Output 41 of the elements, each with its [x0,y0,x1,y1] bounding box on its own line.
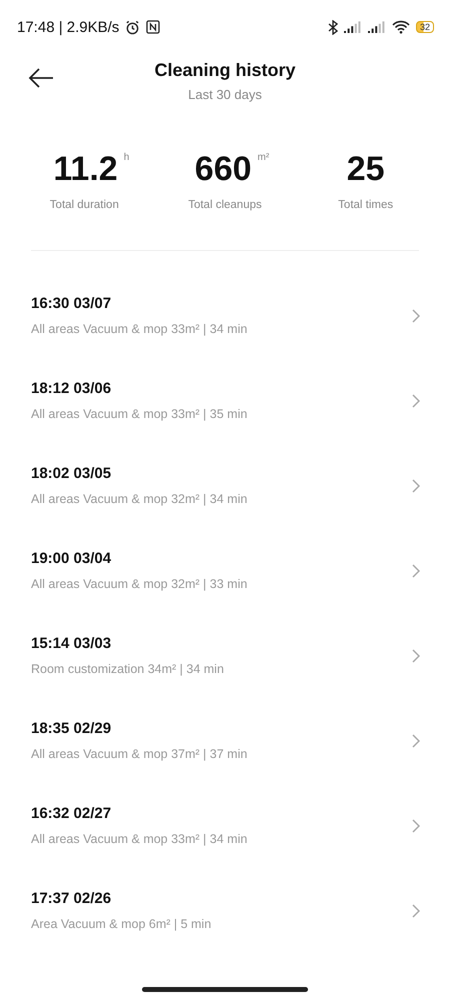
record-title[interactable]: 18:02 03/05 [31,465,412,482]
chevron-icon[interactable] [412,564,420,578]
chevron-icon[interactable] [412,904,420,918]
record-title[interactable]: 16:30 03/07 [31,295,412,312]
alarm-icon [125,20,140,34]
record-detail: All areas Vacuum & mop 37m² | 37 min [31,747,248,761]
chevron-icon[interactable] [412,818,420,832]
record-detail: Area Vacuum & mop 6m² | 5 min [31,917,212,931]
stat-unit: h [124,152,130,163]
record-title[interactable]: 19:00 03/04 [31,550,412,567]
stat-value: 11.2 [53,150,118,189]
record-title[interactable]: 18:35 02/29 [31,720,412,737]
chevron-icon[interactable] [412,394,420,408]
stat-label: Total times [338,199,394,211]
stat-label: Total cleanups [188,199,262,211]
record-detail: All areas Vacuum & mop 33m² | 34 min [31,832,248,846]
stat-value: 25 [346,150,385,189]
bluetooth-icon [328,20,338,34]
stat-value: 660 [194,150,252,189]
record-detail: All areas Vacuum & mop 33m² | 34 min [31,322,248,336]
signal-icon [368,21,386,33]
wifi-icon [392,20,410,34]
chevron-icon[interactable] [412,648,420,662]
chevron-icon[interactable] [412,734,420,748]
stat-unit: m² [258,152,270,163]
record-detail: Room customization 34m² | 34 min [31,662,225,676]
page-subtitle: Last 30 days [188,87,262,102]
record-title[interactable]: 17:37 02/26 [31,890,412,907]
record-title[interactable]: 16:32 02/27 [31,805,412,822]
record-detail: All areas Vacuum & mop 33m² | 35 min [31,407,248,421]
stat-label: Total duration [50,199,119,211]
chevron-icon[interactable] [412,478,420,492]
signal-icon [344,21,362,33]
record-detail: All areas Vacuum & mop 32m² | 33 min [31,577,248,591]
page-title: Cleaning history [154,60,296,81]
status-time: 17:48 | 2.9KB/s [17,18,120,36]
record-title[interactable]: 15:14 03/03 [31,635,412,652]
record-detail: All areas Vacuum & mop 32m² | 34 min [31,492,248,506]
record-title[interactable]: 18:12 03/06 [31,380,412,397]
nfc-icon [146,20,160,34]
chevron-icon[interactable] [412,308,420,322]
